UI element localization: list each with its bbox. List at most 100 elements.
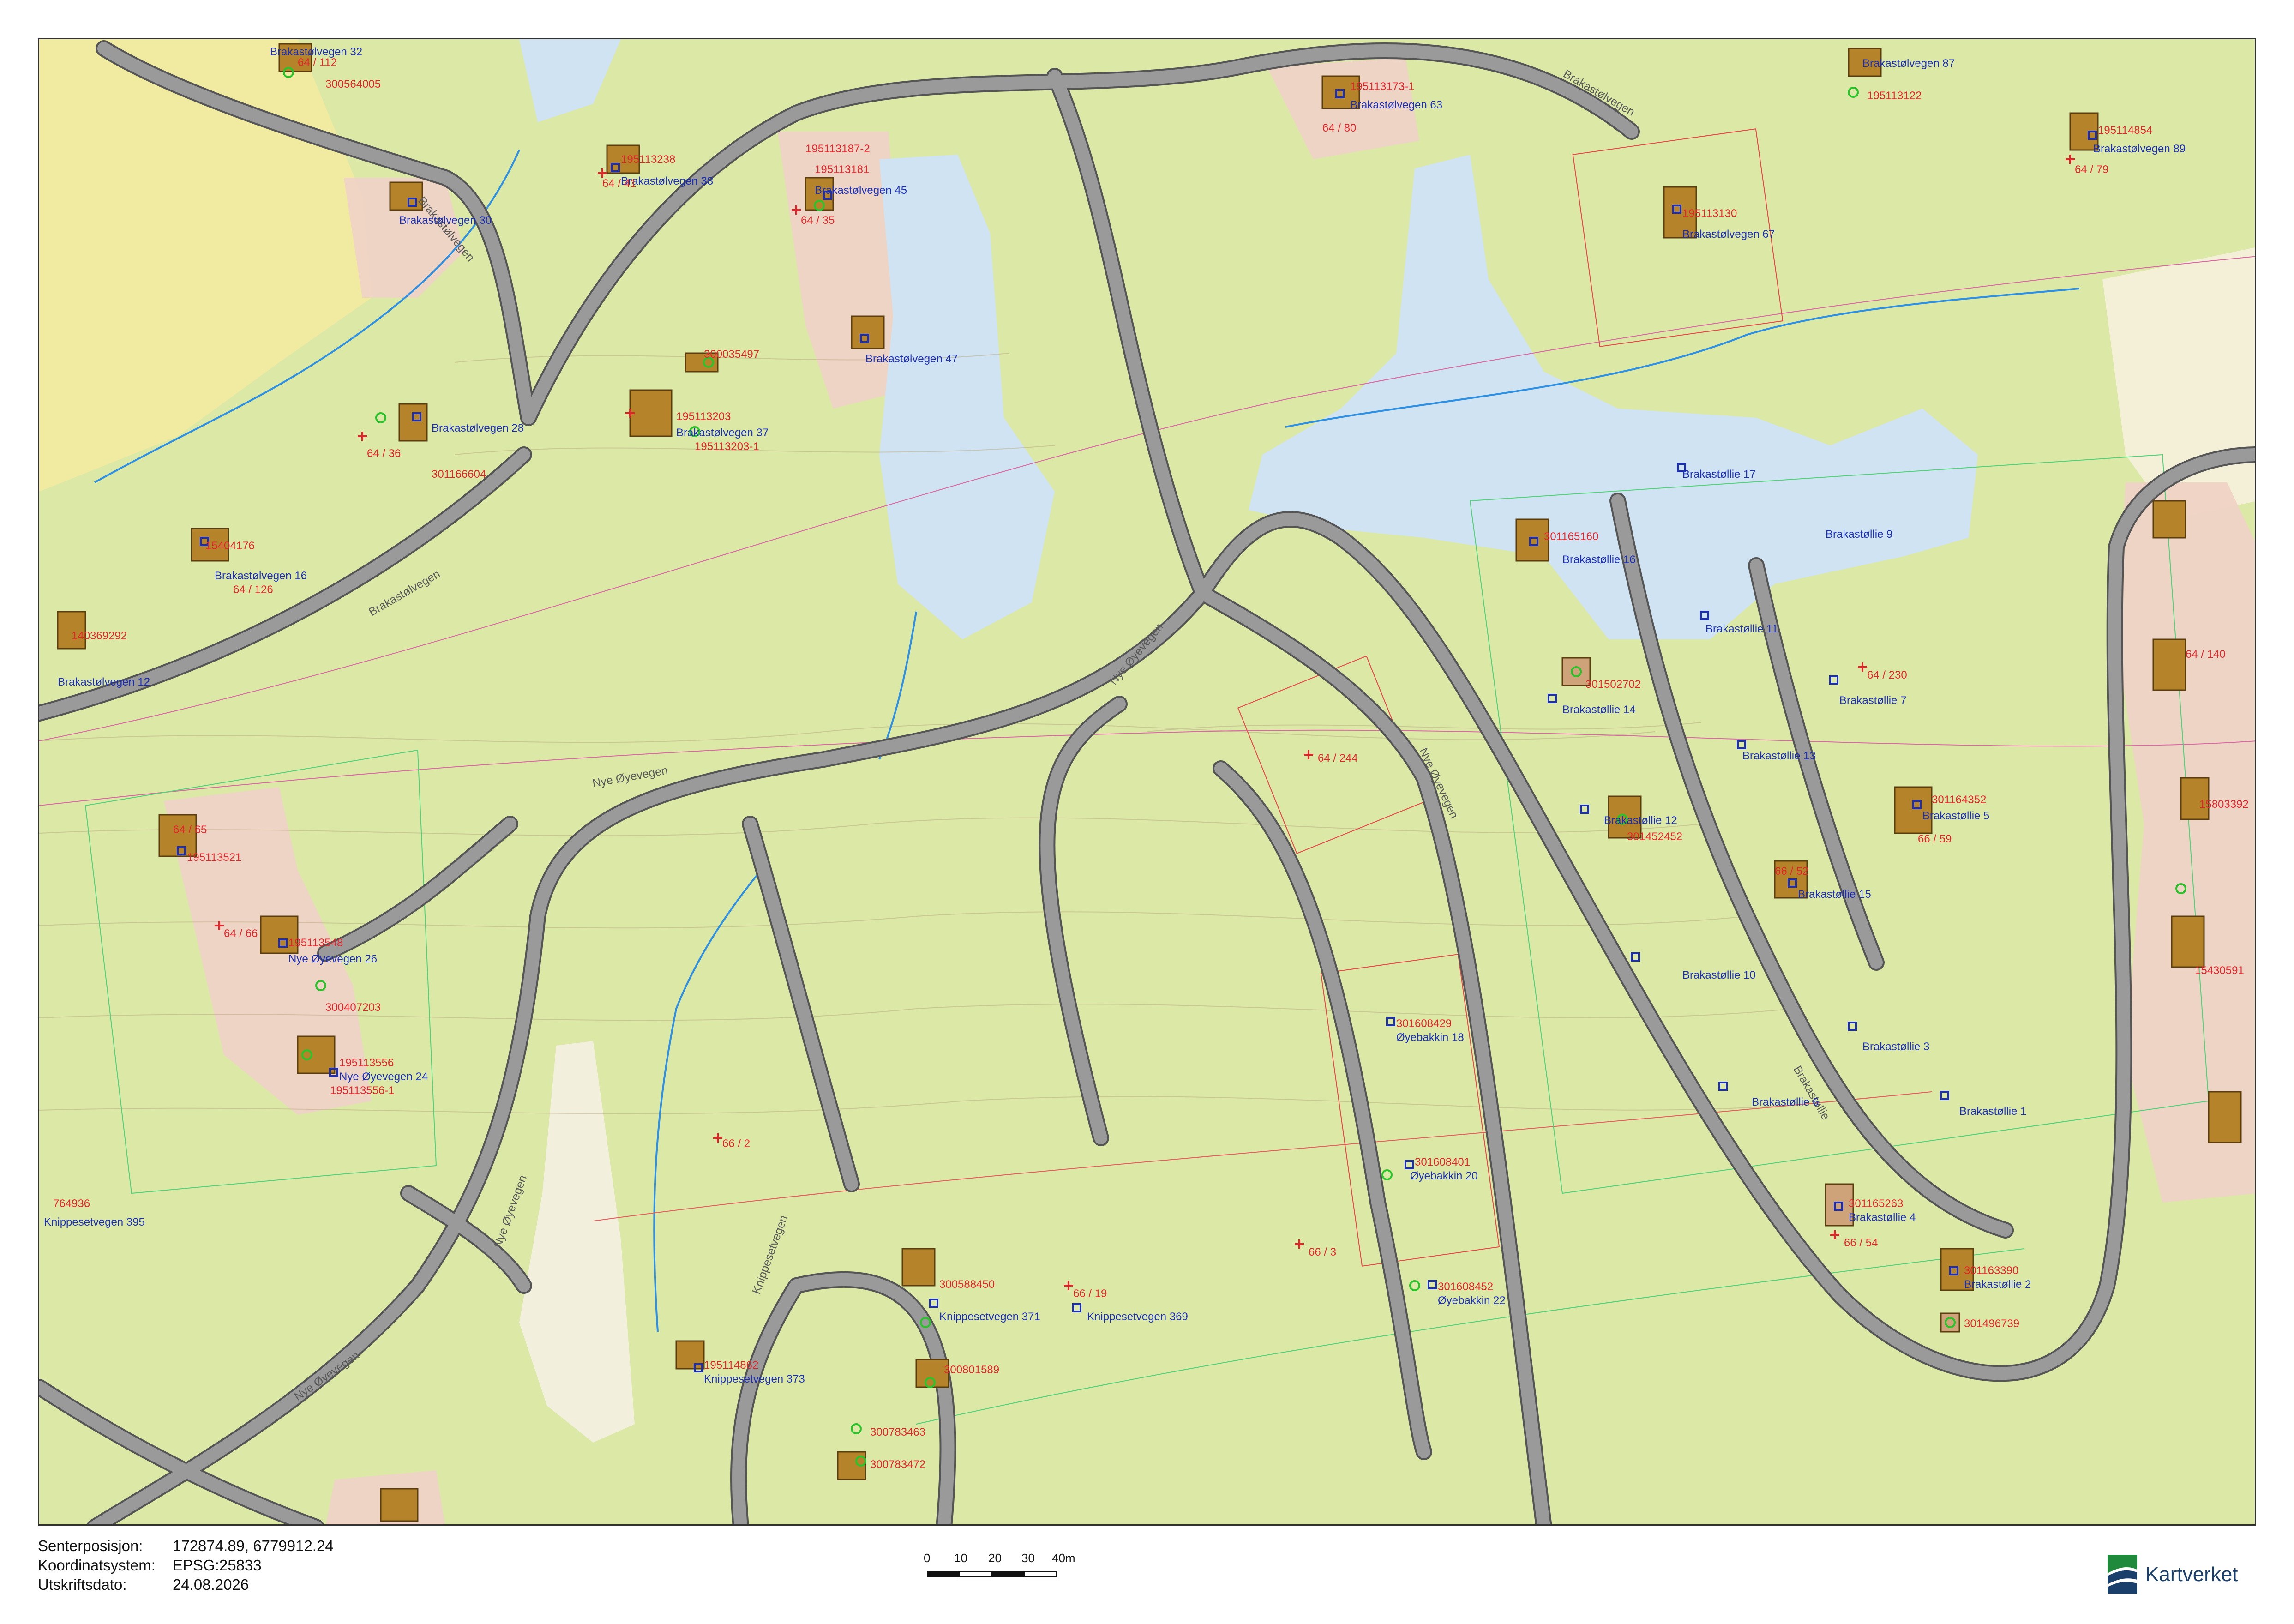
map-frame[interactable]: Brakastølvegen Brakastølvegen Brakastølv… <box>38 38 2256 1526</box>
object-id-label: 300783472 <box>870 1458 925 1471</box>
address-label: Øyebakkin 20 <box>1410 1170 1478 1182</box>
object-id-label: 300564005 <box>325 78 381 90</box>
object-id-label: 195113130 <box>1682 207 1737 220</box>
address-label: Brakastøllie 11 <box>1705 623 1778 635</box>
object-id-label: 301502702 <box>1585 678 1641 691</box>
address-label: Brakastøllie 4 <box>1849 1211 1916 1224</box>
address-label: Brakastøllie 3 <box>1862 1041 1929 1053</box>
address-label: Brakastølvegen 16 <box>215 570 307 582</box>
address-label: Brakastølvegen 87 <box>1862 57 1955 70</box>
scale-tick-label: 20 <box>988 1551 1002 1565</box>
object-id-label: 15430591 <box>2195 964 2244 977</box>
object-id-label: 195113173-1 <box>1350 80 1415 93</box>
object-id-label: 301163390 <box>1964 1264 2018 1277</box>
object-id-label: 301452452 <box>1627 830 1682 843</box>
map-canvas[interactable]: Brakastølvegen Brakastølvegen Brakastølv… <box>39 39 2256 1526</box>
object-id-label: 300783463 <box>870 1426 925 1438</box>
object-id-label: 195113238 <box>621 153 675 166</box>
kartverket-logo-text: Kartverket <box>2145 1563 2238 1586</box>
address-label: Brakastølvegen 28 <box>432 422 524 434</box>
scale-tick-label: 10 <box>954 1551 967 1565</box>
scale-bar-graphic <box>927 1571 1057 1577</box>
print-date-label: Utskriftsdato: <box>38 1576 127 1593</box>
parcel-label: 66 / 19 <box>1073 1287 1107 1300</box>
object-id-label: 764936 <box>53 1197 90 1210</box>
address-label: Brakastølvegen 45 <box>815 184 907 197</box>
object-id-label: 301608401 <box>1415 1156 1470 1168</box>
object-id-label: 15404176 <box>205 540 255 552</box>
address-label: Brakastøllie 15 <box>1798 888 1871 901</box>
address-label: Brakastølvegen 30 <box>399 214 492 227</box>
address-label: Nye Øyevegen 24 <box>339 1071 428 1083</box>
address-label: Knippesetvegen 395 <box>44 1216 145 1228</box>
object-id-label: 195113203 <box>676 410 731 423</box>
scale-tick-label: 30 <box>1021 1551 1035 1565</box>
address-label: Brakastøllie 9 <box>1826 528 1892 541</box>
address-label: Brakastøllie 6 <box>1752 1096 1819 1108</box>
address-label: Knippesetvegen 373 <box>704 1373 805 1385</box>
object-id-label: 300588450 <box>939 1278 995 1291</box>
address-label: Brakastølvegen 47 <box>865 353 958 365</box>
object-id-label: 195113548 <box>288 937 343 949</box>
parcel-label: 64 / 80 <box>1322 122 1356 134</box>
object-id-label: 301165160 <box>1544 530 1598 543</box>
address-label: Brakastøllie 16 <box>1562 553 1636 566</box>
parcel-label: 66 / 52 <box>1775 865 1808 878</box>
parcel-label: 64 / 126 <box>233 583 273 596</box>
object-id-label: 301164352 <box>1932 794 1986 806</box>
kartverket-logo: Kartverket <box>2104 1546 2256 1602</box>
center-position-label: Senterposisjon: <box>38 1537 143 1554</box>
coord-system-label: Koordinatsystem: <box>38 1557 156 1574</box>
parcel-label: 64 / 36 <box>367 447 401 460</box>
address-label: Brakastøllie 5 <box>1922 810 1989 822</box>
address-label: Brakastølvegen 37 <box>676 427 769 439</box>
address-label: Brakastølvegen 89 <box>2093 143 2186 155</box>
object-id-label: 140369292 <box>72 630 127 642</box>
parcel-label: 64 / 41 <box>602 177 636 190</box>
parcel-label: 64 / 244 <box>1318 752 1358 764</box>
address-label: Knippesetvegen 371 <box>939 1311 1040 1323</box>
address-label: Brakastøllie 14 <box>1562 704 1636 716</box>
parcel-label: 64 / 66 <box>224 927 258 940</box>
object-id-label: 300407203 <box>325 1001 381 1014</box>
address-label: Nye Øyevegen 26 <box>288 953 377 965</box>
object-id-label: 195113521 <box>187 851 241 864</box>
print-footer: Senterposisjon: 172874.89, 6779912.24 Koo… <box>38 1537 2256 1611</box>
center-position-value: 172874.89, 6779912.24 <box>173 1537 334 1554</box>
object-id-label: 300035497 <box>704 348 759 361</box>
object-id-label: 300801589 <box>944 1364 999 1376</box>
object-id-label: 195113181 <box>815 163 869 176</box>
object-id-label: 301165263 <box>1849 1197 1903 1210</box>
object-id-label: 195113122 <box>1867 90 1922 102</box>
parcel-label: 64 / 230 <box>1867 669 1907 681</box>
object-id-label: 301496739 <box>1964 1317 2019 1330</box>
address-label: Øyebakkin 22 <box>1438 1294 1506 1307</box>
address-label: Brakastøllie 17 <box>1682 468 1756 481</box>
address-label: Brakastøllie 13 <box>1742 750 1816 762</box>
address-label: Brakastølvegen 12 <box>58 676 150 688</box>
center-position-row: Senterposisjon: 172874.89, 6779912.24 <box>38 1537 334 1555</box>
object-id-label: 301166604 <box>432 468 486 481</box>
parcel-label: 66 / 54 <box>1844 1237 1878 1249</box>
parcel-label: 64 / 65 <box>173 824 207 836</box>
address-label: Knippesetvegen 369 <box>1087 1311 1188 1323</box>
address-label: Øyebakkin 18 <box>1396 1031 1464 1044</box>
address-label: Brakastøllie 2 <box>1964 1278 2031 1291</box>
coord-system-value: EPSG:25833 <box>173 1557 262 1574</box>
object-id-label: 195114862 <box>704 1359 758 1371</box>
object-id-label: 195113556-1 <box>330 1084 395 1097</box>
address-label: Brakastølvegen 67 <box>1682 228 1775 241</box>
object-id-label: 195113203-1 <box>695 440 759 453</box>
object-id-label: 15803392 <box>2199 798 2249 811</box>
address-label: Brakastøllie 1 <box>1959 1105 2026 1118</box>
kartverket-logo-icon <box>2108 1555 2137 1594</box>
parcel-label: 66 / 59 <box>1918 833 1952 845</box>
coord-system-row: Koordinatsystem: EPSG:25833 <box>38 1557 262 1574</box>
print-date-row: Utskriftsdato: 24.08.2026 <box>38 1576 249 1594</box>
address-label: Brakastøllie 7 <box>1839 694 1906 707</box>
parcel-label: 64 / 79 <box>2075 163 2108 176</box>
object-id-label: 301608452 <box>1438 1281 1493 1293</box>
parcel-label: 64 / 140 <box>2186 648 2226 661</box>
parcel-label: 64 / 112 <box>298 56 337 69</box>
address-label: Brakastøllie 10 <box>1682 969 1756 981</box>
